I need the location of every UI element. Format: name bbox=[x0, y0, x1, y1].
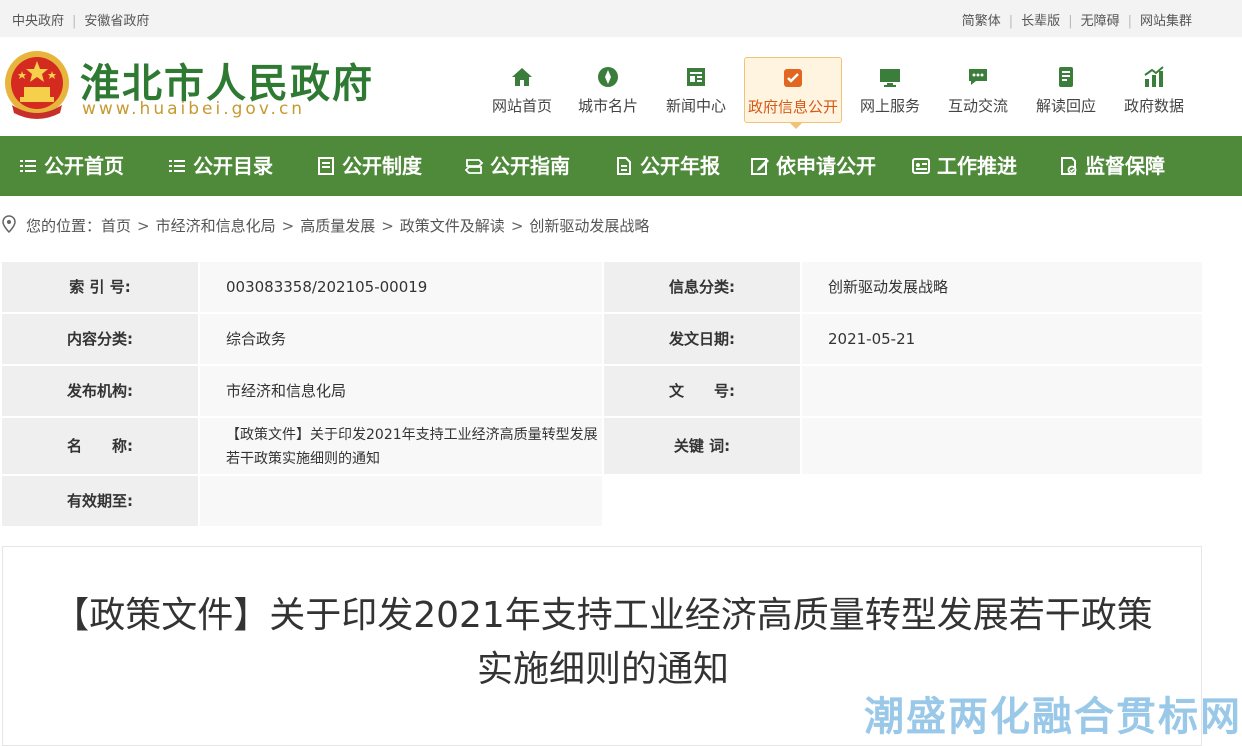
divider: | bbox=[72, 14, 77, 29]
nav-label: 网站首页 bbox=[491, 97, 552, 115]
nav-label: 网上服务 bbox=[859, 97, 920, 115]
top-bar: 中央政府 | 安徽省政府 简繁体 | 长辈版 | 无障碍 | 网站集群 bbox=[0, 0, 1242, 37]
nav-gov-info-open[interactable]: 政府信息公开 bbox=[744, 57, 842, 129]
top-right-links: 简繁体 | 长辈版 | 无障碍 | 网站集群 bbox=[962, 10, 1192, 29]
watermark-text: 潮盛两化融合贯标网 bbox=[864, 694, 1242, 740]
nav-open-system[interactable]: 公开制度 bbox=[316, 136, 422, 196]
issue-date-label: 发文日期: bbox=[604, 314, 800, 364]
nav-label: 城市名片 bbox=[577, 97, 638, 115]
home-icon bbox=[512, 68, 532, 86]
breadcrumb-bureau[interactable]: 市经济和信息化局 bbox=[156, 217, 276, 235]
nav-label: 公开目录 bbox=[193, 154, 273, 178]
breadcrumb-innovation[interactable]: 创新驱动发展战略 bbox=[529, 217, 649, 235]
link-anhui-gov[interactable]: 安徽省政府 bbox=[84, 14, 149, 29]
list-icon bbox=[169, 160, 185, 172]
content-category-label: 内容分类: bbox=[2, 314, 198, 364]
nav-label: 政府信息公开 bbox=[747, 98, 838, 116]
nav-label: 公开制度 bbox=[342, 154, 422, 178]
nav-label: 依申请公开 bbox=[776, 154, 876, 178]
id-card-icon bbox=[912, 158, 930, 174]
name-value: 【政策文件】关于印发2021年支持工业经济高质量转型发展若干政策实施细则的通知 bbox=[200, 418, 602, 474]
content-category-value: 综合政务 bbox=[200, 314, 602, 364]
link-elder-mode[interactable]: 长辈版 bbox=[1021, 14, 1060, 29]
nav-work-progress[interactable]: 工作推进 bbox=[911, 136, 1017, 196]
nav-open-guide[interactable]: 公开指南 bbox=[464, 136, 570, 196]
nav-interaction[interactable]: 互动交流 bbox=[938, 57, 1018, 121]
breadcrumb-high-quality[interactable]: 高质量发展 bbox=[300, 217, 375, 235]
document-number-value bbox=[802, 366, 1202, 416]
news-icon bbox=[687, 68, 705, 86]
index-no-label: 索 引 号: bbox=[2, 262, 198, 312]
compass-icon bbox=[598, 67, 618, 87]
link-accessibility[interactable]: 无障碍 bbox=[1081, 14, 1120, 29]
nav-label: 公开指南 bbox=[490, 154, 570, 178]
nav-supervision[interactable]: 监督保障 bbox=[1059, 136, 1165, 196]
breadcrumb-separator: > bbox=[510, 217, 524, 235]
chat-icon bbox=[969, 69, 987, 85]
publisher-label: 发布机构: bbox=[2, 366, 198, 416]
nav-label: 互动交流 bbox=[947, 97, 1008, 115]
divider: | bbox=[1008, 14, 1014, 29]
breadcrumb-separator: > bbox=[137, 217, 150, 235]
breadcrumb-text: 您的位置：首页 > 市经济和信息化局 > 高质量发展 > 政策文件及解读 > 创新驱动发展战略 bbox=[26, 215, 649, 236]
doc-list-icon bbox=[318, 157, 334, 175]
active-caret bbox=[789, 122, 803, 129]
top-left-links: 中央政府 | 安徽省政府 bbox=[12, 10, 149, 29]
link-site-cluster[interactable]: 网站集群 bbox=[1140, 14, 1192, 29]
nav-label: 公开年报 bbox=[640, 154, 720, 178]
breadcrumb-home[interactable]: 首页 bbox=[101, 217, 131, 235]
name-label: 名 称: bbox=[2, 418, 198, 474]
nav-gov-data[interactable]: 政府数据 bbox=[1114, 57, 1194, 121]
divider: | bbox=[1127, 14, 1132, 29]
nav-label: 新闻中心 bbox=[665, 97, 726, 115]
site-url: www.huaibei.gov.cn bbox=[82, 99, 306, 119]
nav-open-catalog[interactable]: 公开目录 bbox=[167, 136, 273, 196]
link-central-gov[interactable]: 中央政府 bbox=[12, 14, 64, 29]
nav-label: 监督保障 bbox=[1085, 154, 1165, 178]
nav-label: 公开首页 bbox=[44, 154, 124, 178]
chart-icon bbox=[1144, 66, 1164, 87]
index-no-value: 003083358/202105-00019 bbox=[200, 262, 602, 312]
publisher-value: 市经济和信息化局 bbox=[200, 366, 602, 416]
breadcrumb-policy[interactable]: 政策文件及解读 bbox=[400, 217, 505, 235]
national-emblem-icon bbox=[5, 51, 69, 119]
info-category-value: 创新驱动发展战略 bbox=[802, 262, 1202, 312]
open-info-icon bbox=[784, 69, 802, 87]
nav-label: 工作推进 bbox=[937, 154, 1017, 178]
keywords-label: 关键 词: bbox=[604, 418, 800, 474]
nav-news[interactable]: 新闻中心 bbox=[656, 57, 736, 121]
breadcrumb-prefix: 您的位置： bbox=[26, 217, 102, 235]
document-icon bbox=[1059, 67, 1073, 87]
issue-date-value: 2021-05-21 bbox=[802, 314, 1202, 364]
open-info-nav: 公开首页 公开目录 公开制度 公开指南 公开年报 依申请公开 工作推进 监督保障 bbox=[0, 136, 1242, 196]
nav-interpretation[interactable]: 解读回应 bbox=[1026, 57, 1106, 121]
nav-label: 政府数据 bbox=[1123, 97, 1184, 115]
nav-online-service[interactable]: 网上服务 bbox=[850, 57, 930, 121]
valid-until-label: 有效期至: bbox=[2, 476, 198, 526]
nav-open-home[interactable]: 公开首页 bbox=[18, 136, 124, 196]
nav-city-card[interactable]: 城市名片 bbox=[568, 57, 648, 121]
list-icon bbox=[20, 160, 36, 172]
nav-apply-open[interactable]: 依申请公开 bbox=[750, 136, 876, 196]
monitor-icon bbox=[880, 69, 900, 87]
location-pin-icon bbox=[2, 215, 16, 233]
signpost-icon bbox=[464, 159, 484, 174]
shield-doc-icon bbox=[1061, 157, 1077, 175]
nav-open-annual-report[interactable]: 公开年报 bbox=[614, 136, 720, 196]
keywords-value bbox=[802, 418, 1202, 474]
breadcrumb-separator: > bbox=[381, 217, 394, 235]
link-simplified-traditional[interactable]: 简繁体 bbox=[962, 14, 1001, 29]
document-number-label: 文 号: bbox=[604, 366, 800, 416]
breadcrumb-separator: > bbox=[281, 217, 295, 235]
site-header: 淮北市人民政府 www.huaibei.gov.cn 网站首页 城市名片 新闻中… bbox=[0, 37, 1242, 136]
info-category-label: 信息分类: bbox=[604, 262, 800, 312]
edit-icon bbox=[751, 158, 769, 175]
nav-label: 解读回应 bbox=[1035, 97, 1096, 115]
document-title: 【政策文件】关于印发2021年支持工业经济高质量转型发展若干政策实施细则的通知 bbox=[53, 595, 1153, 690]
nav-home[interactable]: 网站首页 bbox=[482, 57, 562, 121]
valid-until-value bbox=[200, 476, 602, 526]
report-icon bbox=[617, 157, 631, 175]
divider: | bbox=[1068, 14, 1073, 29]
